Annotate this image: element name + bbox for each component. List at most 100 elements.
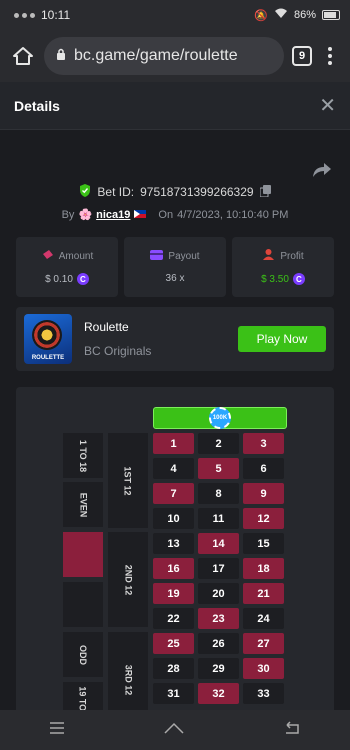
number-cell[interactable]: 4: [153, 458, 194, 479]
bet-id-label: Bet ID:: [97, 185, 135, 199]
number-cell[interactable]: 19: [153, 583, 194, 604]
number-cell[interactable]: 30: [243, 658, 284, 679]
game-provider: BC Originals: [84, 344, 152, 358]
number-cell[interactable]: 28: [153, 658, 194, 679]
page-title: Details: [14, 97, 60, 114]
bet-1-to-18-label: 1 TO 18: [77, 439, 88, 472]
number-cell[interactable]: 2: [198, 433, 239, 454]
number-cell[interactable]: 33: [243, 683, 284, 704]
game-name: Roulette: [84, 320, 129, 334]
amount-header: Amount: [41, 249, 93, 263]
number-cell[interactable]: 24: [243, 608, 284, 629]
payout-header: Payout: [150, 250, 200, 263]
number-cell[interactable]: 20: [198, 583, 239, 604]
game-card: ROULETTE Roulette BC Originals Play Now: [16, 307, 334, 371]
details-header: Details ✕: [0, 82, 350, 130]
number-cell[interactable]: 21: [243, 583, 284, 604]
close-icon[interactable]: ✕: [319, 93, 336, 118]
roulette-wheel-icon: [32, 320, 62, 350]
game-thumbnail[interactable]: ROULETTE: [24, 314, 72, 364]
number-cell[interactable]: 12: [243, 508, 284, 529]
amount-value-wrap: $ 0.10 C: [45, 273, 89, 285]
number-cell[interactable]: 3: [243, 433, 284, 454]
share-icon[interactable]: [312, 162, 334, 180]
mute-icon: 🔕: [254, 9, 268, 22]
number-cell[interactable]: 25: [153, 633, 194, 654]
browser-toolbar: bc.game/game/roulette 9: [0, 30, 350, 82]
bet-2nd-12[interactable]: 2ND 12: [108, 532, 148, 627]
on-label: On: [158, 208, 174, 221]
number-cell[interactable]: 14: [198, 533, 239, 554]
details-content: Bet ID: 97518731399266329 By 🌸 nica19 On…: [0, 130, 350, 750]
number-cell[interactable]: 17: [198, 558, 239, 579]
payout-stat: Payout 36 x: [124, 237, 226, 297]
number-cell[interactable]: 8: [198, 483, 239, 504]
number-cell[interactable]: 15: [243, 533, 284, 554]
back-icon[interactable]: [283, 720, 301, 740]
avatar: 🌸: [78, 209, 93, 221]
amount-value: $ 0.10: [45, 273, 73, 285]
android-nav-bar: [0, 710, 350, 750]
tab-switcher-button[interactable]: 9: [292, 46, 312, 66]
wifi-icon: [274, 8, 288, 22]
bet-even[interactable]: EVEN: [63, 482, 103, 527]
amount-icon: [41, 249, 54, 263]
address-bar[interactable]: bc.game/game/roulette: [44, 37, 284, 75]
bet-1-to-18[interactable]: 1 TO 18: [63, 433, 103, 478]
lock-icon: [56, 47, 66, 65]
profit-icon: [262, 249, 275, 263]
bet-3rd-12-label: 3RD 12: [122, 664, 133, 695]
bet-black[interactable]: [63, 582, 103, 627]
url-text: bc.game/game/roulette: [74, 47, 238, 64]
chip-icon: 100K: [209, 407, 231, 429]
number-cell[interactable]: 11: [198, 508, 239, 529]
coin-icon: C: [76, 273, 89, 285]
wallet-icon: [150, 250, 164, 263]
payout-value: 36 x: [165, 273, 185, 284]
recents-icon[interactable]: [49, 721, 65, 739]
home-nav-icon[interactable]: [163, 721, 185, 740]
number-cell[interactable]: 10: [153, 508, 194, 529]
number-cell[interactable]: 16: [153, 558, 194, 579]
number-cell[interactable]: 13: [153, 533, 194, 554]
status-bar: 10:11 🔕 86%: [0, 0, 350, 30]
amount-label: Amount: [58, 250, 94, 262]
profit-stat: Profit $ 3.50 C: [232, 237, 334, 297]
bet-1st-12[interactable]: 1ST 12: [108, 433, 148, 528]
bet-id-line: Bet ID: 97518731399266329: [16, 184, 334, 200]
number-cell[interactable]: 27: [243, 633, 284, 654]
number-cell[interactable]: 31: [153, 683, 194, 704]
flag-icon: [134, 209, 147, 221]
payout-label: Payout: [168, 251, 200, 262]
number-cell[interactable]: 22: [153, 608, 194, 629]
bet-id-value: 97518731399266329: [140, 185, 254, 199]
bet-1st-12-label: 1ST 12: [123, 465, 133, 496]
number-cell[interactable]: 7: [153, 483, 194, 504]
profit-header: Profit: [262, 249, 304, 263]
copy-icon[interactable]: [258, 184, 271, 200]
menu-icon[interactable]: [320, 47, 340, 65]
number-cell[interactable]: 32: [198, 683, 239, 704]
play-now-button[interactable]: Play Now: [238, 326, 326, 352]
zero-cell[interactable]: 100K: [153, 407, 287, 429]
number-cell[interactable]: 5: [198, 458, 239, 479]
bet-odd[interactable]: ODD: [63, 632, 103, 677]
status-left: 10:11: [14, 8, 70, 22]
bet-datetime: 4/7/2023, 10:10:40 PM: [177, 208, 289, 221]
number-cell[interactable]: 23: [198, 608, 239, 629]
number-cell[interactable]: 18: [243, 558, 284, 579]
username-link[interactable]: nica19: [96, 209, 130, 221]
home-icon[interactable]: [10, 43, 36, 69]
profit-value: $ 3.50: [261, 273, 289, 285]
bet-red[interactable]: [63, 532, 103, 577]
number-cell[interactable]: 29: [198, 658, 239, 679]
number-cell[interactable]: 6: [243, 458, 284, 479]
shield-check-icon: [79, 184, 91, 200]
profit-label: Profit: [280, 250, 304, 262]
status-right: 🔕 86%: [254, 8, 340, 22]
number-cell[interactable]: 9: [243, 483, 284, 504]
game-info: Roulette BC Originals: [84, 320, 226, 358]
roulette-board: 100K 1 TO 18 EVEN ODD 19 TO 36 1ST 12 2N…: [16, 387, 334, 727]
number-cell[interactable]: 26: [198, 633, 239, 654]
number-cell[interactable]: 1: [153, 433, 194, 454]
